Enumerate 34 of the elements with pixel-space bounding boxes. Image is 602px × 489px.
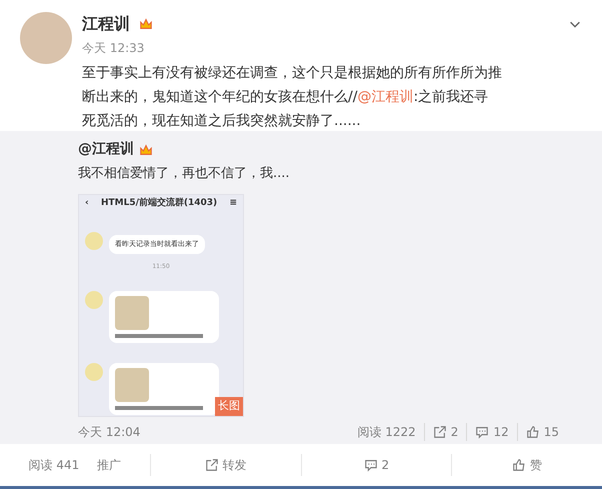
menu-glyph: ≡ [229, 196, 237, 210]
photo-placeholder [115, 296, 149, 330]
repost-time[interactable]: 今天 12:04 [78, 422, 140, 440]
chat-title: HTML5/前端交流群(1403) [100, 196, 218, 210]
share-icon [432, 424, 447, 438]
photo-placeholder [115, 368, 149, 402]
avatar-circle [85, 290, 103, 308]
comment-button[interactable]: 2 [362, 455, 390, 475]
comment-icon [475, 424, 490, 438]
post-time[interactable]: 今天 12:33 [82, 39, 582, 57]
post-text: 至于事实上有没有被绿还在调查，这个只是根据她的所有所作所为推断出来的，鬼知道这个年纪的女孩在想什么//@江程训:之前我还寻死觅活的，现在知道之后我突然就安静了...... [82, 64, 502, 131]
like-button[interactable]: 赞 [511, 455, 544, 475]
crown-icon [138, 17, 154, 31]
read-count[interactable]: 阅读 1222 [357, 422, 416, 440]
thumbs-up-icon [512, 458, 526, 472]
repost-author[interactable]: @江程训 [78, 139, 134, 160]
comment-count[interactable]: 12 [493, 422, 509, 440]
avatar-circle [85, 232, 103, 250]
long-image-badge: 长图 [215, 397, 243, 416]
author-name[interactable]: 江程训 [82, 12, 130, 36]
like-count[interactable]: 15 [544, 422, 559, 440]
repost-text: 我不相信爱情了，再也不信了，我.... [78, 165, 291, 183]
avatar-circle[interactable] [20, 12, 72, 64]
read-count: 阅读 441 [28, 457, 80, 474]
share-icon [204, 458, 219, 472]
repost-button[interactable]: 转发 [204, 455, 248, 475]
avatar-circle [85, 362, 103, 380]
thumbs-up-icon [526, 424, 540, 438]
promote-link[interactable]: 推广 [97, 456, 122, 474]
back-glyph: ‹ [85, 196, 89, 210]
repost-count[interactable]: 2 [450, 422, 458, 440]
mention-link[interactable]: @江程训 [357, 89, 414, 105]
crown-icon [138, 142, 154, 156]
comment-icon [364, 458, 378, 472]
